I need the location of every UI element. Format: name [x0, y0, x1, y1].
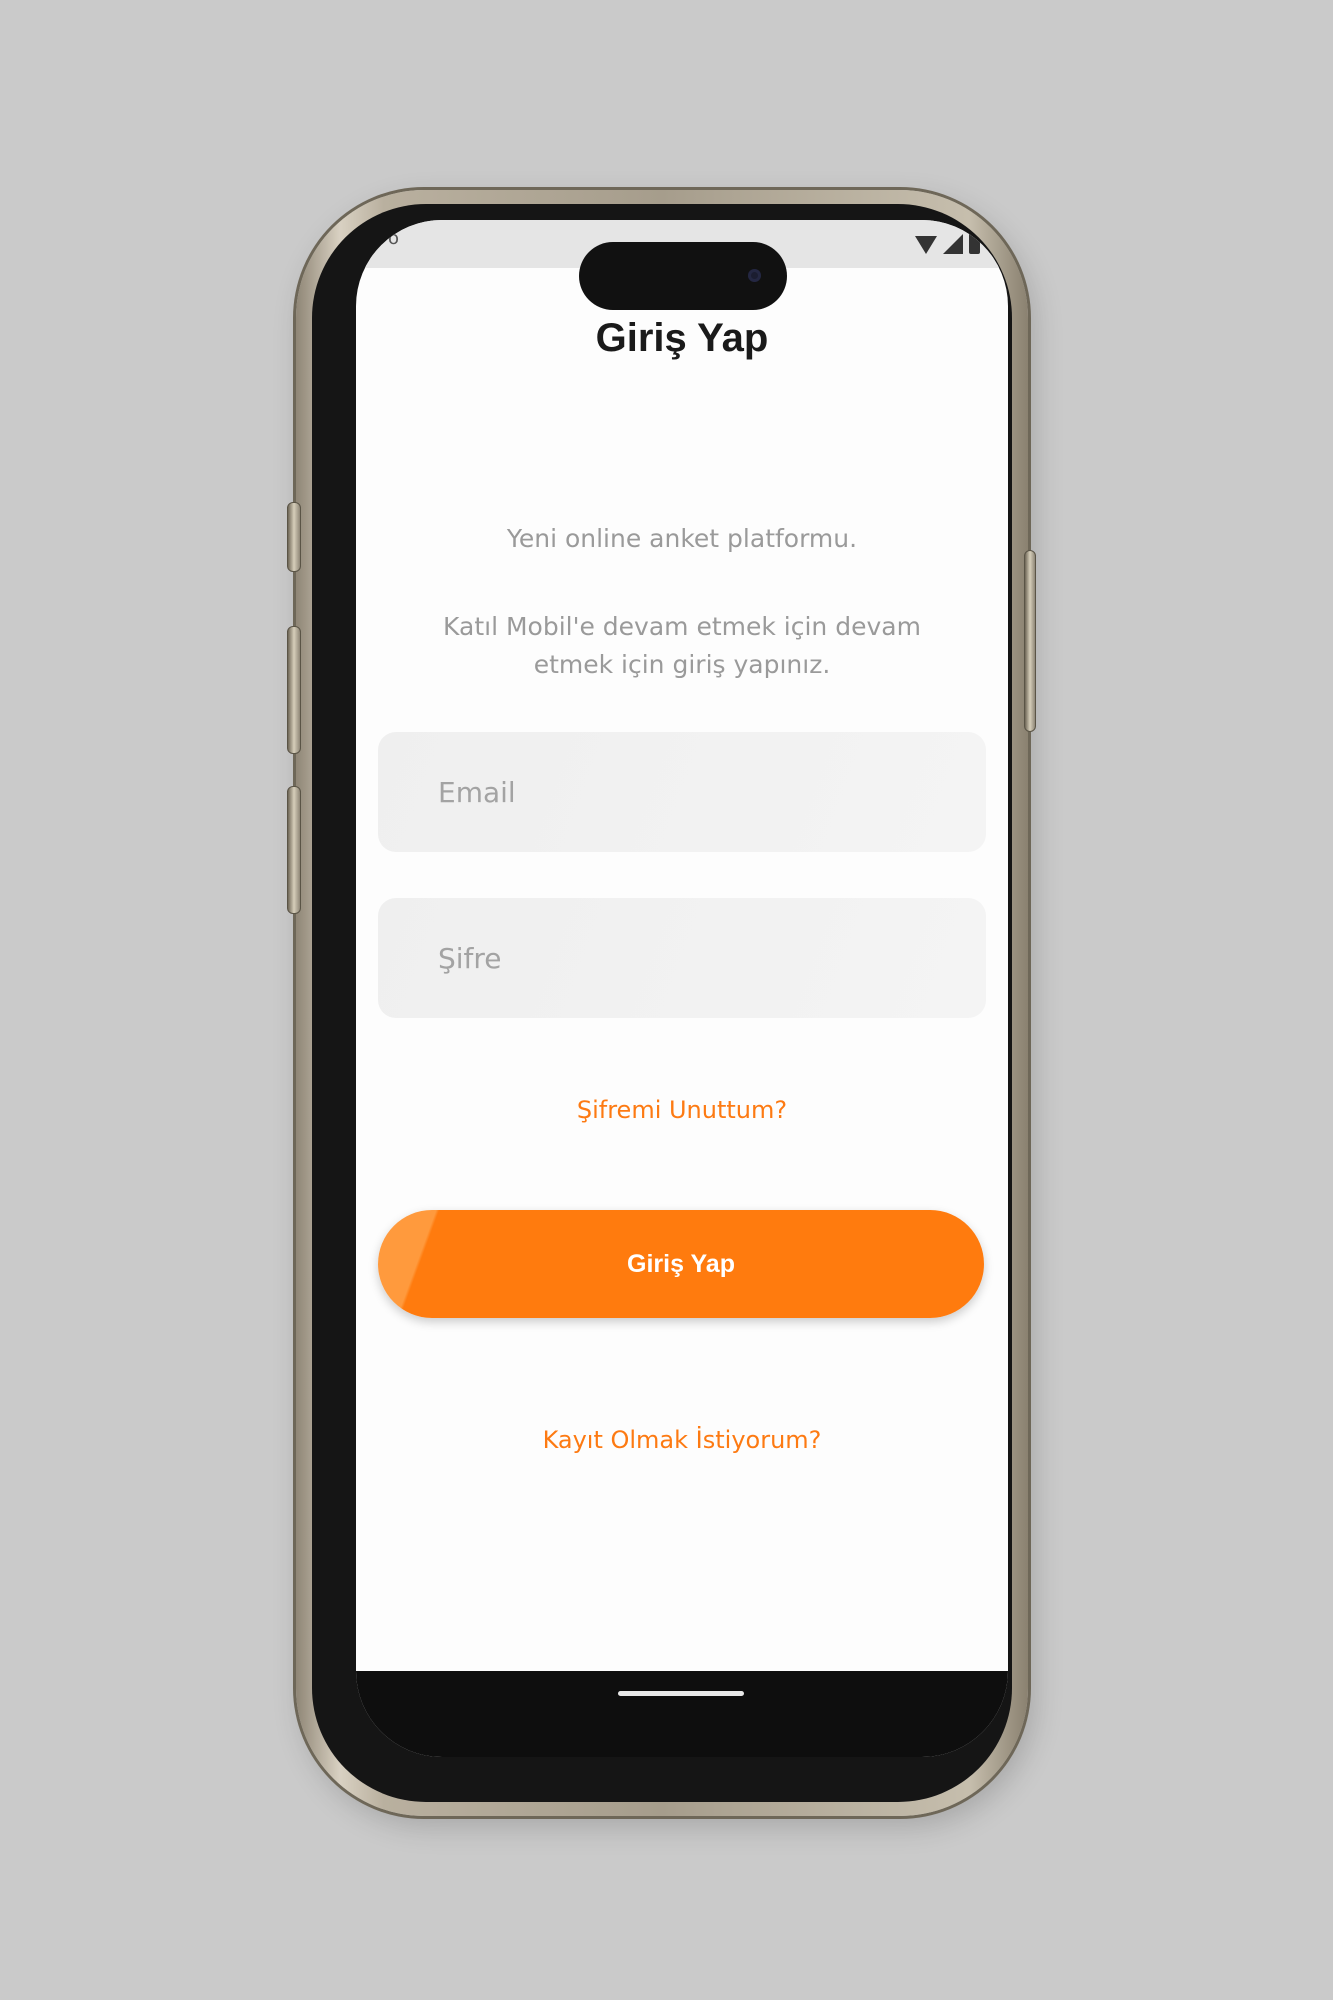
battery-icon [969, 232, 980, 254]
dynamic-island [579, 242, 787, 310]
status-left-text: o [388, 228, 400, 249]
forgot-password-link[interactable]: Şifremi Unuttum? [356, 1096, 1008, 1124]
volume-down-button [287, 786, 301, 914]
email-field[interactable] [378, 732, 986, 852]
wifi-icon [915, 236, 937, 254]
login-button[interactable]: Giriş Yap [378, 1210, 984, 1318]
home-indicator[interactable] [618, 1691, 744, 1696]
page-title: Giriş Yap [595, 316, 769, 360]
camera-icon [748, 269, 761, 282]
signal-icon [943, 234, 963, 254]
register-link[interactable]: Kayıt Olmak İstiyorum? [356, 1426, 1008, 1454]
volume-up-button [287, 626, 301, 754]
instruction-text: Katıl Mobil'e devam etmek için devam etm… [443, 612, 921, 679]
navigation-bar [356, 1671, 1008, 1757]
status-icons [915, 232, 980, 254]
action-button [287, 502, 301, 572]
tagline-text: Yeni online anket platformu. [506, 524, 858, 553]
password-field[interactable] [378, 898, 986, 1018]
power-button [1024, 550, 1036, 732]
login-screen: o Giriş Yap Yeni online anket platformu.… [356, 220, 1008, 1757]
